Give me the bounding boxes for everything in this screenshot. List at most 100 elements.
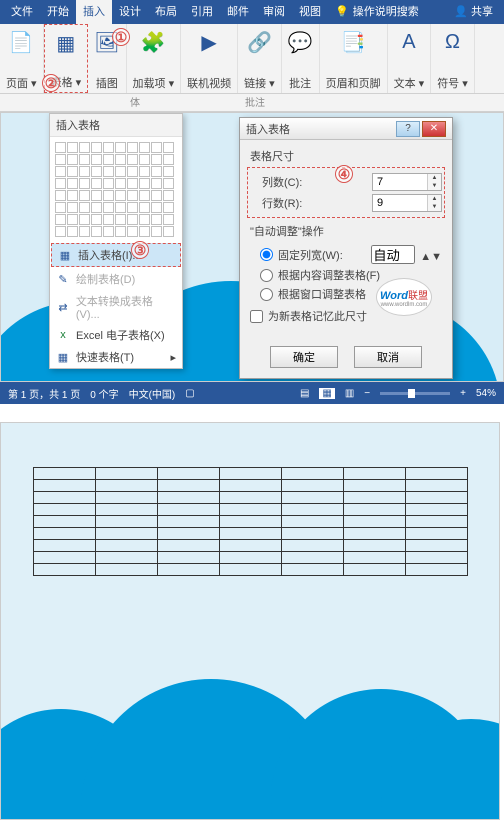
ribbon-group-headerfooter[interactable]: 📑页眉和页脚 xyxy=(320,24,388,93)
down-arrow-icon[interactable]: ▼ xyxy=(428,182,441,190)
cols-label: 列数(C): xyxy=(250,174,372,190)
sublabel-font: 体 xyxy=(60,94,210,111)
header-icon: 📑 xyxy=(341,28,366,56)
tab-review[interactable]: 审阅 xyxy=(256,0,292,24)
menu-convert-text: ⇄文本转换成表格(V)... xyxy=(50,290,182,324)
tab-file[interactable]: 文件 xyxy=(4,0,40,24)
radio-fit-content[interactable] xyxy=(260,269,273,282)
insert-table-dialog: 插入表格 ? ✕ 表格尺寸 列数(C): ▲▼ 行数(R): ▲▼ "自动调整"… xyxy=(239,117,453,379)
cancel-button[interactable]: 取消 xyxy=(354,346,422,368)
status-page: 第 1 页，共 1 页 xyxy=(8,386,80,401)
tab-home[interactable]: 开始 xyxy=(40,0,76,24)
video-icon: ▶ xyxy=(201,28,216,56)
status-bar: 第 1 页，共 1 页 0 个字 中文(中国) ▢ ▤ ▦ ▥ − + 54% xyxy=(0,382,504,404)
ok-button[interactable]: 确定 xyxy=(270,346,338,368)
close-button[interactable]: ✕ xyxy=(422,121,446,137)
page-icon: 📄 xyxy=(9,28,34,56)
menu-bar: 文件 开始 插入 设计 布局 引用 邮件 审阅 视图 💡操作说明搜索 👤 共享 xyxy=(0,0,504,24)
view-print-icon[interactable]: ▦ xyxy=(319,388,334,399)
ribbon-group-addins[interactable]: 🧩加载项 ▾ xyxy=(127,24,182,93)
zoom-slider[interactable] xyxy=(380,392,450,395)
section-autofit-label: "自动调整"操作 xyxy=(250,223,442,239)
view-web-icon[interactable]: ▥ xyxy=(345,388,354,399)
addin-icon: 🧩 xyxy=(141,28,166,56)
macro-icon[interactable]: ▢ xyxy=(185,388,194,399)
width-spinner[interactable]: ▲▼ xyxy=(371,245,442,264)
zoom-in-button[interactable]: + xyxy=(460,388,466,399)
zoom-level[interactable]: 54% xyxy=(476,388,496,399)
tab-view[interactable]: 视图 xyxy=(292,0,328,24)
radio-fixed-label: 固定列宽(W): xyxy=(278,247,371,263)
menu-quick-table[interactable]: ▦快速表格(T)▸ xyxy=(50,346,182,368)
annotation-4: ④ xyxy=(335,165,353,183)
menu-excel-sheet[interactable]: xExcel 电子表格(X) xyxy=(50,324,182,346)
link-icon: 🔗 xyxy=(247,28,272,56)
document-canvas-2 xyxy=(0,422,500,820)
grid-icon: ▦ xyxy=(56,351,70,364)
down-arrow-icon[interactable]: ▼ xyxy=(431,251,442,263)
status-lang[interactable]: 中文(中国) xyxy=(129,386,176,401)
ribbon-group-page[interactable]: 📄页面 ▾ xyxy=(0,24,44,93)
tab-mail[interactable]: 邮件 xyxy=(220,0,256,24)
textbox-icon: A xyxy=(402,28,415,56)
share-button[interactable]: 👤 共享 xyxy=(447,0,500,24)
sublabel-comment: 批注 xyxy=(210,94,300,111)
table-icon: ▦ xyxy=(56,29,75,57)
annotation-3: ③ xyxy=(131,241,149,259)
watermark-badge: Word联盟www.wordlm.com xyxy=(376,278,432,316)
rows-spinner[interactable]: ▲▼ xyxy=(372,194,442,212)
lightbulb-icon: 💡 xyxy=(335,0,349,24)
dialog-title: 插入表格 xyxy=(246,121,394,137)
dialog-titlebar: 插入表格 ? ✕ xyxy=(240,118,452,140)
check-remember[interactable] xyxy=(250,310,263,323)
rows-input[interactable] xyxy=(373,195,427,211)
ribbon-subbar: 体 批注 xyxy=(0,94,504,112)
ribbon-group-text[interactable]: A文本 ▾ xyxy=(388,24,432,93)
cols-spinner[interactable]: ▲▼ xyxy=(372,173,442,191)
tab-design[interactable]: 设计 xyxy=(112,0,148,24)
tab-references[interactable]: 引用 xyxy=(184,0,220,24)
dropdown-title: 插入表格 xyxy=(50,114,182,137)
annotation-2: ② xyxy=(42,74,60,92)
grid-icon: ▦ xyxy=(58,249,72,262)
chevron-right-icon: ▸ xyxy=(170,351,176,364)
annotation-1: ① xyxy=(112,28,130,46)
zoom-out-button[interactable]: − xyxy=(364,388,370,399)
tab-layout[interactable]: 布局 xyxy=(148,0,184,24)
up-arrow-icon[interactable]: ▲ xyxy=(428,174,441,182)
status-words: 0 个字 xyxy=(90,386,118,401)
symbol-icon: Ω xyxy=(445,28,460,56)
menu-insert-table[interactable]: ▦插入表格(I)... xyxy=(51,243,181,267)
down-arrow-icon[interactable]: ▼ xyxy=(428,203,441,211)
cols-input[interactable] xyxy=(373,174,427,190)
convert-icon: ⇄ xyxy=(56,301,70,314)
up-arrow-icon[interactable]: ▲ xyxy=(428,195,441,203)
inserted-table[interactable] xyxy=(33,467,468,576)
ribbon-group-video[interactable]: ▶联机视频 xyxy=(181,24,238,93)
ribbon-group-comment[interactable]: 💬批注 xyxy=(282,24,320,93)
radio-fit-window-label: 根据窗口调整表格 xyxy=(278,286,366,302)
width-input[interactable] xyxy=(371,245,415,264)
share-icon: 👤 xyxy=(454,6,468,18)
tell-me[interactable]: 💡操作说明搜索 xyxy=(328,0,426,24)
radio-fit-window[interactable] xyxy=(260,288,273,301)
ribbon-group-symbol[interactable]: Ω符号 ▾ xyxy=(431,24,475,93)
excel-icon: x xyxy=(56,329,70,341)
view-read-icon[interactable]: ▤ xyxy=(300,388,309,399)
tab-insert[interactable]: 插入 xyxy=(76,0,112,24)
comment-icon: 💬 xyxy=(288,28,313,56)
table-size-grid[interactable] xyxy=(50,137,182,242)
help-button[interactable]: ? xyxy=(396,121,420,137)
document-canvas-1: 插入表格 ▦插入表格(I)... ✎绘制表格(D) ⇄文本转换成表格(V)...… xyxy=(0,112,504,382)
radio-fixed-width[interactable] xyxy=(260,248,273,261)
check-remember-label: 为新表格记忆此尺寸 xyxy=(268,308,367,324)
ribbon: 📄页面 ▾ ▦表格 ▾ 🖼插图 🧩加载项 ▾ ▶联机视频 🔗链接 ▾ 💬批注 📑… xyxy=(0,24,504,94)
cloud-decoration-2 xyxy=(0,639,500,820)
section-size-label: 表格尺寸 xyxy=(250,148,442,164)
table-dropdown: 插入表格 ▦插入表格(I)... ✎绘制表格(D) ⇄文本转换成表格(V)...… xyxy=(49,113,183,369)
pencil-icon: ✎ xyxy=(56,273,70,286)
up-arrow-icon[interactable]: ▲ xyxy=(420,251,431,263)
ribbon-group-links[interactable]: 🔗链接 ▾ xyxy=(238,24,282,93)
radio-fit-content-label: 根据内容调整表格(F) xyxy=(278,267,380,283)
menu-draw-table: ✎绘制表格(D) xyxy=(50,268,182,290)
